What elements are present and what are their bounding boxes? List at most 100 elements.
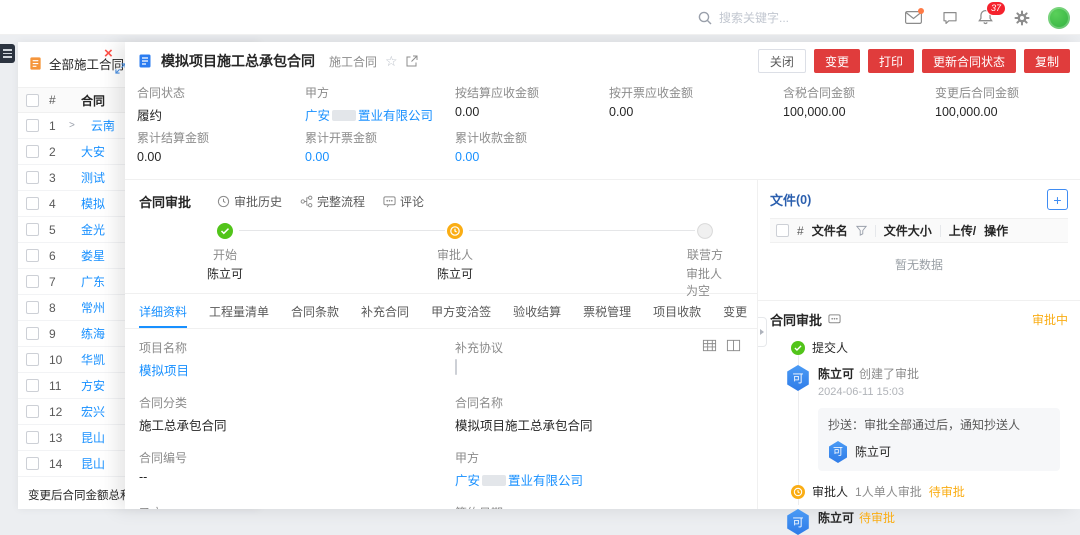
bell-icon[interactable]: 37 xyxy=(976,8,995,27)
project-name-link[interactable]: 模拟项目 xyxy=(139,360,455,379)
row-checkbox[interactable] xyxy=(26,405,39,418)
total-received-value[interactable]: 0.00 xyxy=(455,150,609,164)
tab-project-receipt[interactable]: 项目收款 xyxy=(653,294,701,328)
table-view-icon[interactable] xyxy=(702,338,717,353)
total-invoice-value[interactable]: 0.00 xyxy=(305,150,455,164)
search-input[interactable] xyxy=(719,11,879,25)
add-file-button[interactable] xyxy=(1047,189,1068,210)
tax-amount-value: 100,000.00 xyxy=(783,105,935,119)
supplement-label: 补充协议 xyxy=(455,340,743,356)
party-a-link[interactable]: 广安置业有限公司 xyxy=(305,105,455,124)
approval-timeline-panel: 合同审批 审批中 提交人 可 陈立可创建了审批 2024-06-11 15:03 xyxy=(758,301,1080,509)
tab-party-a-change[interactable]: 甲方变洽签 xyxy=(431,294,491,328)
row-checkbox[interactable] xyxy=(26,379,39,392)
row-checkbox[interactable] xyxy=(26,171,39,184)
tab-invoice-tax[interactable]: 票税管理 xyxy=(583,294,631,328)
contract-link[interactable]: 华凯 xyxy=(81,351,105,368)
row-index: 9 xyxy=(49,327,69,341)
contract-link[interactable]: 方安 xyxy=(81,377,105,394)
tab-acceptance-settlement[interactable]: 验收结算 xyxy=(513,294,561,328)
contract-link[interactable]: 练海 xyxy=(81,325,105,342)
row-checkbox[interactable] xyxy=(26,431,39,444)
submitter-name: 陈立可 xyxy=(818,367,854,381)
row-index: 13 xyxy=(49,431,69,445)
contract-link[interactable]: 昆山 xyxy=(81,429,105,446)
close-panel-icon[interactable] xyxy=(104,46,113,61)
row-checkbox[interactable] xyxy=(26,249,39,262)
row-checkbox[interactable] xyxy=(26,275,39,288)
row-expander-icon[interactable]: > xyxy=(69,120,75,131)
row-index: 8 xyxy=(49,301,69,315)
gear-icon[interactable] xyxy=(1012,8,1031,27)
contract-link[interactable]: 大安 xyxy=(81,143,105,160)
tab-boq[interactable]: 工程量清单 xyxy=(209,294,269,328)
category-label: 合同分类 xyxy=(139,395,455,411)
filter-icon[interactable] xyxy=(856,225,867,236)
approval-status-badge: 审批中 xyxy=(1032,311,1068,328)
panel-collapse-handle[interactable] xyxy=(758,317,767,347)
contract-number-label: 合同编号 xyxy=(139,450,455,466)
full-process-link[interactable]: 完整流程 xyxy=(300,193,365,210)
tab-details[interactable]: 详细资料 xyxy=(139,294,187,328)
detail-form: 项目名称 模拟项目 补充协议 合同分类 施工总承包合同 合同名称 模拟项目施工总… xyxy=(125,329,757,509)
column-view-icon[interactable] xyxy=(726,338,741,353)
contract-list-icon xyxy=(28,56,43,71)
files-select-all-checkbox[interactable] xyxy=(776,224,789,237)
comment-icon[interactable] xyxy=(828,313,841,326)
contract-link[interactable]: 金光 xyxy=(81,221,105,238)
contract-link[interactable]: 云南 xyxy=(91,117,115,134)
page-title: 模拟项目施工总承包合同 xyxy=(161,51,315,71)
tab-change[interactable]: 变更 xyxy=(723,294,747,328)
row-checkbox[interactable] xyxy=(26,197,39,210)
print-button[interactable]: 打印 xyxy=(868,49,914,73)
contract-link[interactable]: 昆山 xyxy=(81,455,105,472)
files-column-index: # xyxy=(797,224,804,238)
contract-link[interactable]: 广东 xyxy=(81,273,105,290)
supplement-checkbox[interactable] xyxy=(455,359,457,375)
external-link-icon[interactable] xyxy=(406,55,418,67)
sidebar-collapsed-tab[interactable] xyxy=(0,44,15,63)
comment-link[interactable]: 评论 xyxy=(383,193,424,210)
contract-link[interactable]: 测试 xyxy=(81,169,105,186)
row-checkbox[interactable] xyxy=(26,353,39,366)
invoice-receivable-label: 按开票应收金额 xyxy=(609,85,783,101)
contract-link[interactable]: 娄星 xyxy=(81,247,105,264)
contract-type-tag: 施工合同 xyxy=(329,53,377,70)
approval-flow-section: 合同审批 审批历史 完整流程 评论 xyxy=(125,180,757,294)
form-party-a-link[interactable]: 广安置业有限公司 xyxy=(455,470,743,489)
form-party-b-label: 乙方 xyxy=(139,505,455,509)
mail-unread-dot xyxy=(918,8,924,14)
favorite-star-icon[interactable] xyxy=(385,53,398,70)
global-search[interactable] xyxy=(698,0,879,35)
row-checkbox[interactable] xyxy=(26,223,39,236)
contract-link[interactable]: 常州 xyxy=(81,299,105,316)
user-avatar[interactable] xyxy=(1048,7,1070,29)
changed-amount-label: 变更后合同金额 xyxy=(935,85,1068,101)
files-table-header: # 文件名 文件大小 上传/ 操作 xyxy=(770,218,1068,243)
party-a-label: 甲方 xyxy=(305,85,455,101)
mail-icon[interactable] xyxy=(904,8,923,27)
change-button[interactable]: 变更 xyxy=(814,49,860,73)
close-button[interactable]: 关闭 xyxy=(758,49,806,73)
chat-icon[interactable] xyxy=(940,8,959,27)
tab-supplement[interactable]: 补充合同 xyxy=(361,294,409,328)
invoice-receivable-value: 0.00 xyxy=(609,105,783,119)
total-invoice-label: 累计开票金额 xyxy=(305,130,455,146)
row-checkbox[interactable] xyxy=(26,327,39,340)
approval-timeline: 提交人 可 陈立可创建了审批 2024-06-11 15:03 抄送：审批全部通… xyxy=(770,339,1068,535)
select-all-checkbox[interactable] xyxy=(26,94,39,107)
approver-status: 待审批 xyxy=(929,483,965,500)
row-checkbox[interactable] xyxy=(26,119,39,132)
redacted-text xyxy=(482,475,506,486)
row-checkbox[interactable] xyxy=(26,301,39,314)
approval-history-link[interactable]: 审批历史 xyxy=(217,193,282,210)
update-status-button[interactable]: 更新合同状态 xyxy=(922,49,1016,73)
row-checkbox[interactable] xyxy=(26,457,39,470)
contract-link[interactable]: 宏兴 xyxy=(81,403,105,420)
copy-button[interactable]: 复制 xyxy=(1024,49,1070,73)
row-index: 11 xyxy=(49,379,69,393)
row-index: 2 xyxy=(49,145,69,159)
tab-terms[interactable]: 合同条款 xyxy=(291,294,339,328)
contract-link[interactable]: 模拟 xyxy=(81,195,105,212)
row-checkbox[interactable] xyxy=(26,145,39,158)
